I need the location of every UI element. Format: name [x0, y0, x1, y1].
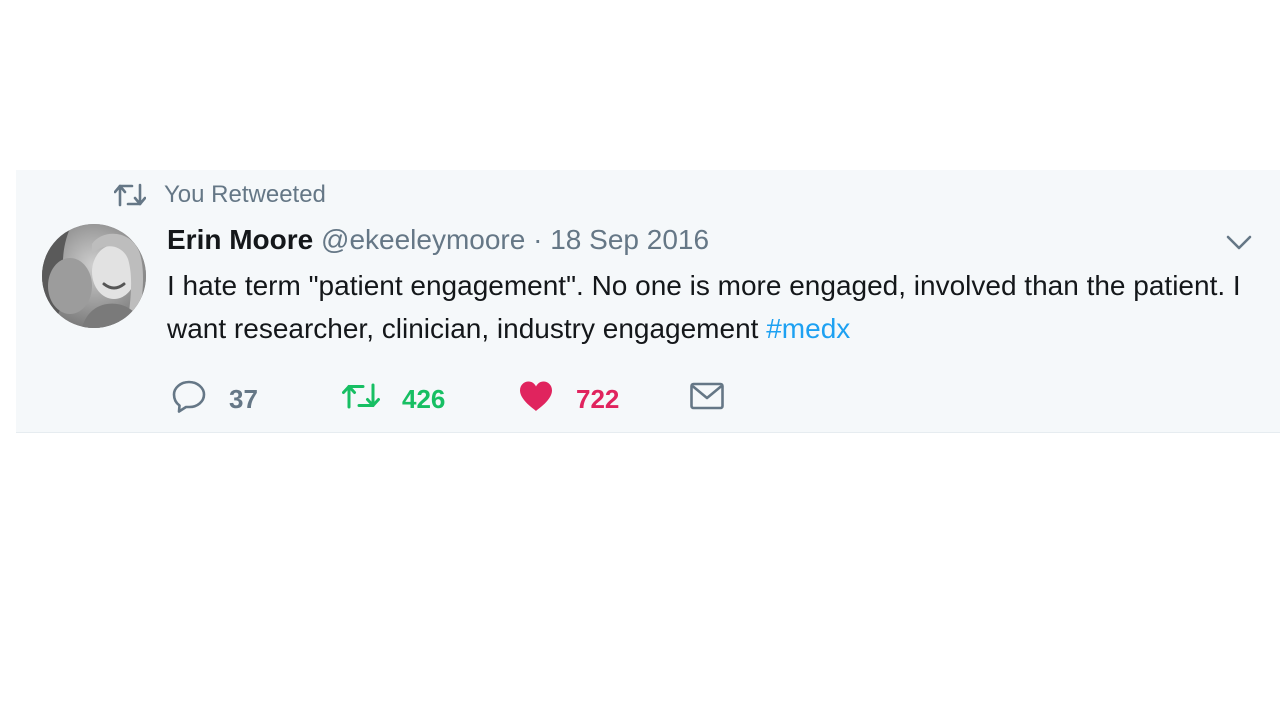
tweet-text: I hate term "patient engagement". No one… — [167, 264, 1247, 350]
author-handle[interactable]: @ekeeleymoore — [321, 224, 525, 255]
hashtag-link[interactable]: #medx — [766, 313, 850, 344]
retweet-button[interactable]: 426 — [342, 376, 445, 416]
tweet-card[interactable]: You Retweeted Erin Moore @ekeeleymoore ·… — [16, 170, 1280, 433]
retweet-icon — [342, 383, 380, 409]
tweet-header: Erin Moore @ekeeleymoore · 18 Sep 2016 — [167, 222, 709, 258]
profile-photo-icon — [42, 224, 146, 328]
direct-message-button[interactable] — [689, 376, 725, 416]
tweet-body: I hate term "patient engagement". No one… — [167, 270, 1241, 344]
chevron-down-icon[interactable] — [1224, 230, 1254, 254]
retweet-context-label: You Retweeted — [164, 181, 326, 208]
avatar[interactable] — [42, 224, 146, 328]
retweet-count: 426 — [402, 383, 446, 414]
reply-icon — [172, 380, 206, 413]
tweet-date[interactable]: 18 Sep 2016 — [550, 224, 709, 255]
author-name[interactable]: Erin Moore — [167, 224, 313, 255]
like-button[interactable]: 722 — [518, 376, 619, 416]
envelope-icon — [690, 382, 724, 410]
reply-count: 37 — [229, 383, 258, 414]
reply-button[interactable]: 37 — [171, 376, 258, 416]
like-count: 722 — [576, 383, 620, 414]
retweet-icon — [113, 181, 147, 209]
heart-icon — [520, 381, 552, 411]
header-separator: · — [533, 224, 543, 255]
retweet-context: You Retweeted — [113, 181, 326, 209]
